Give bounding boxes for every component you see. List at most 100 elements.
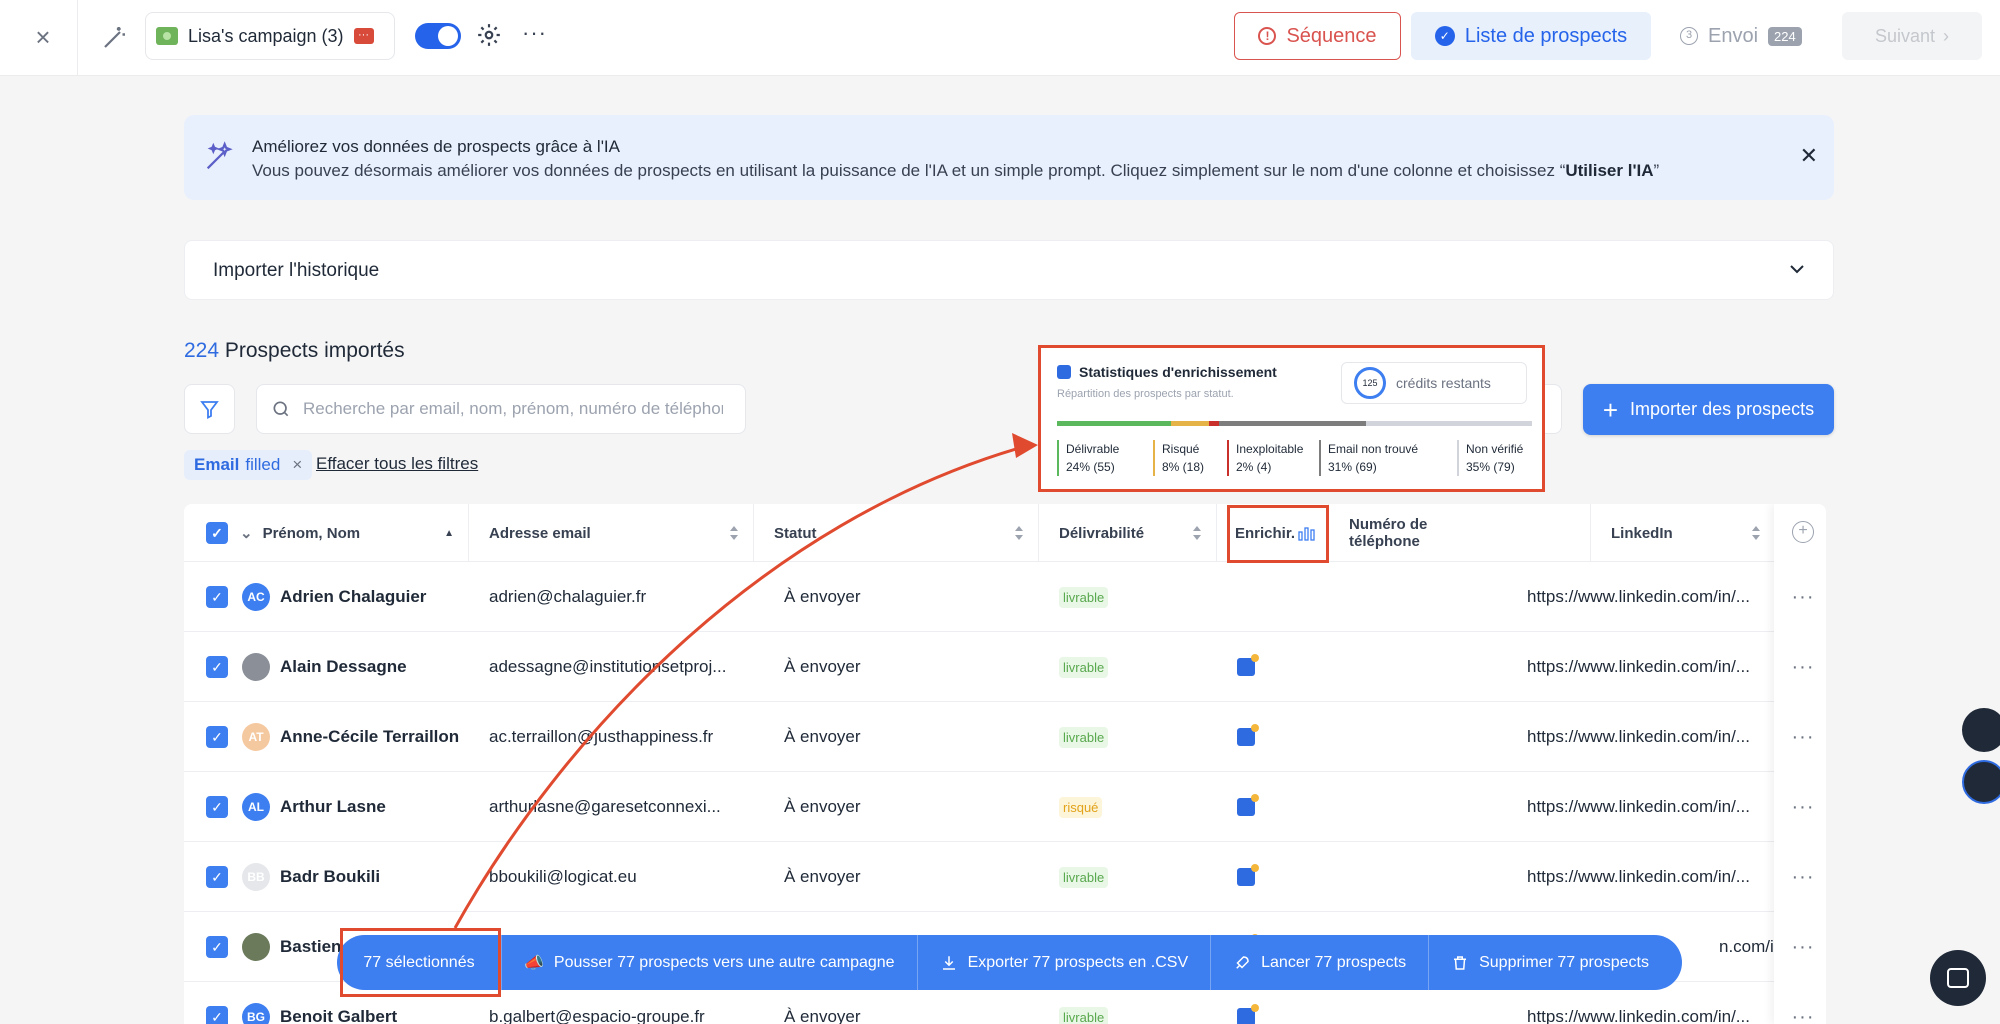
table-row[interactable]: ✓ AC Adrien Chalaguier adrien@chalaguier.fr… xyxy=(184,562,1826,632)
selected-highlight-box xyxy=(340,928,501,997)
prospect-name[interactable]: Bastien xyxy=(280,937,341,957)
stats-bar-segment xyxy=(1057,421,1171,426)
table-row[interactable]: ✓ AT Anne-Cécile Terraillon ac.terraillon@j… xyxy=(184,702,1826,772)
ai-sparkle-icon xyxy=(206,141,233,170)
segment-value: 35% (79) xyxy=(1466,460,1515,474)
prospect-name[interactable]: Badr Boukili xyxy=(280,867,380,887)
next-label: Suivant xyxy=(1874,25,1936,46)
sort-icon[interactable] xyxy=(1192,526,1202,540)
enrich-icon[interactable] xyxy=(1237,1004,1259,1024)
sequence-tab[interactable]: ! Séquence xyxy=(1234,12,1401,60)
campaign-badge-icon: ··· xyxy=(353,28,374,44)
row-more-icon[interactable]: ··· xyxy=(1788,772,1818,842)
row-more-icon[interactable]: ··· xyxy=(1788,842,1818,912)
th-phone-label: Numéro de téléphone xyxy=(1349,516,1428,550)
row-checkbox[interactable]: ✓ xyxy=(206,796,228,818)
select-all-checkbox[interactable]: ✓ xyxy=(206,522,228,544)
row-more-icon[interactable]: ··· xyxy=(1788,702,1818,772)
prospect-status: À envoyer xyxy=(784,797,861,816)
avatar: AT xyxy=(242,723,270,751)
table-row[interactable]: ✓ BB Badr Boukili bboukili@logicat.eu À envo… xyxy=(184,842,1826,912)
prospect-status: À envoyer xyxy=(784,657,861,676)
close-icon[interactable]: × xyxy=(28,22,58,52)
row-checkbox[interactable]: ✓ xyxy=(206,656,228,678)
envoi-label: Envoi xyxy=(1708,24,1759,47)
delete-prospects-button[interactable]: Supprimer 77 prospects xyxy=(1429,935,1671,990)
clear-filters-link[interactable]: Effacer tous les filtres xyxy=(316,454,478,474)
stats-bar-segment xyxy=(1171,421,1209,426)
push-prospects-button[interactable]: 📣 Pousser 77 prospects vers une autre ca… xyxy=(502,935,918,990)
table-row[interactable]: ✓ Alain Dessagne adessagne@institutionsetp… xyxy=(184,632,1826,702)
campaign-selector[interactable]: Lisa's campaign (3) ··· xyxy=(145,12,395,60)
stats-segment: Inexploitable 2% (4) xyxy=(1227,440,1303,476)
import-history-panel[interactable]: Importer l'historique xyxy=(184,240,1834,300)
banner-close-icon[interactable]: ✕ xyxy=(1800,143,1818,169)
prospect-name[interactable]: Adrien Chalaguier xyxy=(280,587,426,607)
remove-filter-icon[interactable]: × xyxy=(292,455,302,475)
sort-icon[interactable] xyxy=(1014,526,1024,540)
campaign-toggle[interactable] xyxy=(415,23,461,49)
add-column-icon[interactable]: + xyxy=(1792,521,1814,543)
prospect-linkedin[interactable]: https://www.linkedin.com/in/... xyxy=(1527,562,1774,632)
enrich-icon[interactable] xyxy=(1237,864,1259,886)
th-deliverability[interactable]: Délivrabilité xyxy=(1039,504,1217,562)
th-linkedin-label: LinkedIn xyxy=(1611,524,1673,542)
table-row[interactable]: ✓ AL Arthur Lasne arthurlasne@garesetconnex… xyxy=(184,772,1826,842)
envoi-tab[interactable]: 3 Envoi 224 xyxy=(1680,12,1820,60)
search-box[interactable] xyxy=(256,384,746,434)
sort-icon[interactable] xyxy=(1751,526,1761,540)
enrich-icon[interactable] xyxy=(1237,654,1259,676)
more-options-icon[interactable]: ··· xyxy=(522,20,547,46)
assistant-icon[interactable] xyxy=(1962,760,2000,804)
th-email[interactable]: Adresse email xyxy=(469,504,754,562)
th-status[interactable]: Statut xyxy=(754,504,1039,562)
gear-icon[interactable] xyxy=(476,22,502,48)
row-checkbox[interactable]: ✓ xyxy=(206,936,228,958)
chevron-down-icon[interactable] xyxy=(1785,257,1809,281)
sort-up-icon[interactable]: ▲ xyxy=(444,528,454,539)
apps-icon[interactable] xyxy=(1962,708,2000,752)
prospects-list-tab[interactable]: ✓ Liste de prospects xyxy=(1411,12,1651,60)
row-more-icon[interactable]: ··· xyxy=(1788,632,1818,702)
enrich-icon[interactable] xyxy=(1237,794,1259,816)
stats-bar-segment xyxy=(1209,421,1219,426)
enrich-icon[interactable] xyxy=(1237,724,1259,746)
prospect-linkedin[interactable]: https://www.linkedin.com/in/... xyxy=(1527,772,1774,842)
row-checkbox[interactable]: ✓ xyxy=(206,726,228,748)
prospect-email: adrien@chalaguier.fr xyxy=(489,587,647,606)
campaign-name: Lisa's campaign (3) xyxy=(188,25,344,46)
chevron-down-icon[interactable]: ⌄ xyxy=(240,524,253,542)
segment-value: 31% (69) xyxy=(1328,460,1377,474)
segment-value: 24% (55) xyxy=(1066,460,1115,474)
row-checkbox[interactable]: ✓ xyxy=(206,866,228,888)
import-prospects-button[interactable]: + Importer des prospects xyxy=(1583,384,1834,435)
th-phone[interactable]: Numéro de téléphone xyxy=(1329,504,1591,562)
prospect-linkedin[interactable]: https://www.linkedin.com/in/... xyxy=(1527,702,1774,772)
prospect-name[interactable]: Anne-Cécile Terraillon xyxy=(280,727,459,747)
row-more-icon[interactable]: ··· xyxy=(1788,982,1818,1024)
sort-icon[interactable] xyxy=(729,526,739,540)
export-csv-button[interactable]: Exporter 77 prospects en .CSV xyxy=(918,935,1212,990)
th-name[interactable]: ✓ ⌄ Prénom, Nom ▲ xyxy=(184,504,469,562)
search-input[interactable] xyxy=(303,399,723,419)
megaphone-icon: 📣 xyxy=(524,954,544,972)
filter-button[interactable] xyxy=(184,384,235,434)
row-checkbox[interactable]: ✓ xyxy=(206,1006,228,1024)
table-header: ✓ ⌄ Prénom, Nom ▲ Adresse email Statut D… xyxy=(184,504,1826,562)
prospect-name[interactable]: Benoit Galbert xyxy=(280,1007,397,1024)
prospect-linkedin[interactable]: n.com/in/... xyxy=(1719,912,1779,982)
deliverability-badge: livrable xyxy=(1059,656,1109,678)
prospect-name[interactable]: Alain Dessagne xyxy=(280,657,407,677)
magic-wand-icon[interactable] xyxy=(100,22,130,52)
prospect-name[interactable]: Arthur Lasne xyxy=(280,797,386,817)
row-more-icon[interactable]: ··· xyxy=(1788,912,1818,982)
next-button[interactable]: Suivant › xyxy=(1842,12,1982,60)
launch-prospects-button[interactable]: Lancer 77 prospects xyxy=(1211,935,1430,990)
active-filter-chip[interactable]: Email filled × xyxy=(184,450,313,480)
row-checkbox[interactable]: ✓ xyxy=(206,586,228,608)
prospect-linkedin[interactable]: https://www.linkedin.com/in/... xyxy=(1527,842,1774,912)
prospect-linkedin[interactable]: https://www.linkedin.com/in/... xyxy=(1527,632,1774,702)
chat-icon[interactable] xyxy=(1930,950,1986,1006)
stats-distribution-bar xyxy=(1057,421,1532,426)
row-more-icon[interactable]: ··· xyxy=(1788,562,1818,632)
